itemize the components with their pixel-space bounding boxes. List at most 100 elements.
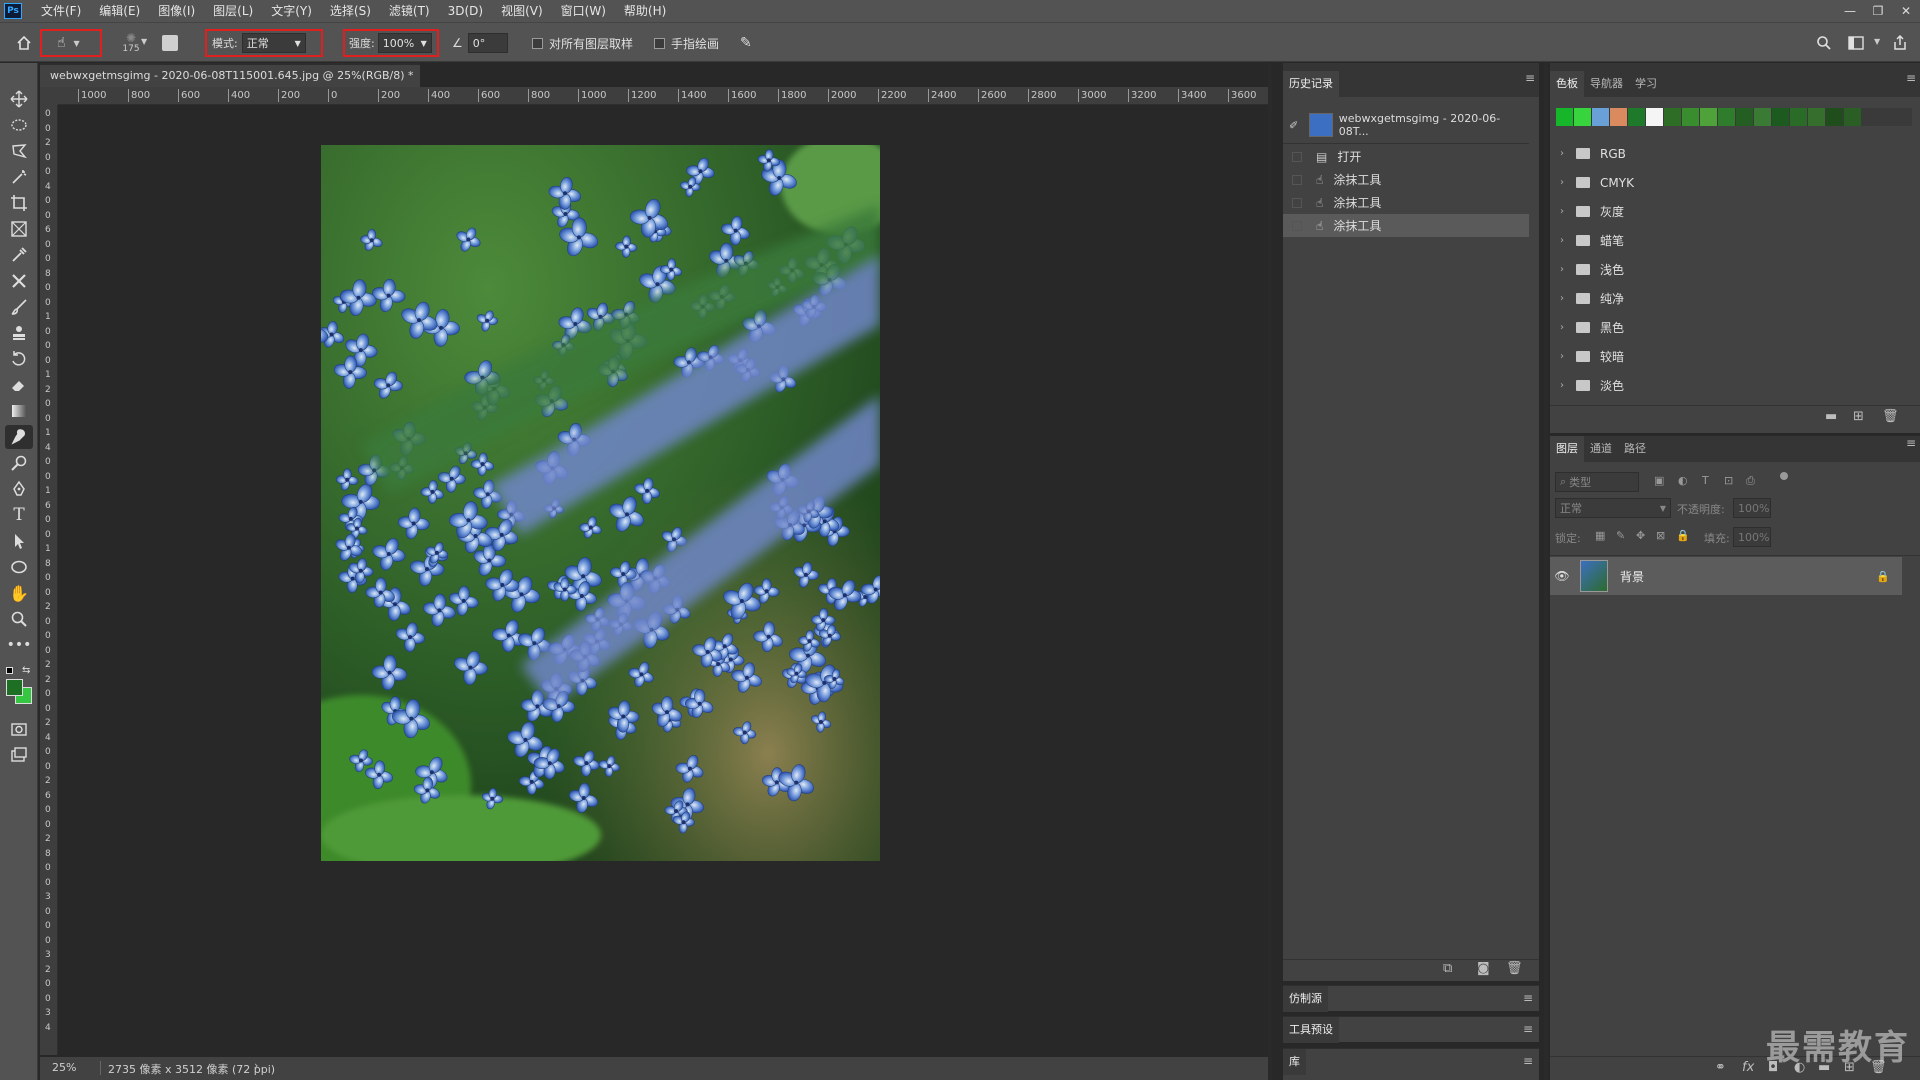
strength-control[interactable]: 强度: 100% ▼ — [343, 29, 439, 57]
swatch-group[interactable]: › 较暗 — [1550, 342, 1910, 371]
eyedropper-tool-icon[interactable] — [5, 243, 33, 267]
document-tab[interactable]: webwxgetmsgimg - 2020-06-08T115001.645.j… — [40, 63, 420, 104]
close-window-button[interactable]: ✕ — [1892, 0, 1920, 22]
lock-pixels-icon[interactable]: ✎ — [1616, 529, 1625, 542]
chevron-down-icon[interactable]: ▼ — [1874, 37, 1880, 46]
color-swatch[interactable] — [1610, 108, 1627, 126]
chevron-right-icon[interactable]: › — [1560, 235, 1570, 246]
color-swatch[interactable] — [1718, 108, 1735, 126]
brush-tool-icon[interactable] — [5, 295, 33, 319]
new-document-from-state-icon[interactable]: ⧉ — [1443, 961, 1452, 976]
crop-tool-icon[interactable] — [5, 191, 33, 215]
layer-row-background[interactable]: 👁 背景 🔒 — [1550, 557, 1902, 595]
tab-libraries[interactable]: 库 — [1283, 1049, 1306, 1075]
angle-value[interactable]: 0° — [473, 37, 486, 50]
smudge-tool-icon[interactable] — [5, 425, 33, 449]
trash-icon[interactable]: 🗑 — [1882, 409, 1899, 424]
folder-icon[interactable]: ▬ — [1825, 409, 1837, 424]
lock-transparent-icon[interactable]: ▦ — [1595, 529, 1605, 542]
menu-window[interactable]: 窗口(W) — [552, 0, 615, 22]
chevron-right-icon[interactable]: › — [1560, 380, 1570, 391]
strength-value[interactable]: 100% — [383, 37, 414, 50]
camera-icon[interactable]: ◙ — [1477, 961, 1490, 976]
tab-layers[interactable]: 图层 — [1550, 436, 1584, 462]
chevron-right-icon[interactable]: › — [1560, 351, 1570, 362]
history-snapshot[interactable]: ✐ webwxgetmsgimg - 2020-06-08T... — [1283, 110, 1529, 140]
swatch-group[interactable]: › CMYK — [1550, 168, 1910, 197]
checkbox[interactable] — [532, 37, 543, 49]
color-swatch[interactable] — [1736, 108, 1753, 126]
photoshop-logo[interactable]: Ps — [4, 3, 22, 19]
lasso-tool-icon[interactable] — [5, 139, 33, 163]
link-layers-icon[interactable]: ⚭ — [1715, 1060, 1726, 1075]
tool-preset-picker[interactable]: ☝ ▼ — [40, 29, 102, 57]
horizontal-ruler[interactable]: 1000 800 600 400 200 0 200 400 600 800 1000 1200 140… — [58, 87, 1268, 105]
move-tool-icon[interactable] — [5, 87, 33, 111]
home-icon[interactable] — [16, 30, 40, 56]
zoom-level[interactable]: 25% — [52, 1061, 76, 1074]
libraries-panel[interactable]: 库 ≡ — [1283, 1048, 1539, 1080]
screen-mode-icon[interactable] — [5, 743, 33, 767]
brush-settings-icon[interactable] — [162, 30, 186, 56]
color-swatch[interactable] — [1772, 108, 1789, 126]
panel-menu-icon[interactable]: ≡ — [1523, 1022, 1533, 1036]
workspace-icon[interactable] — [1848, 30, 1864, 56]
color-swatch[interactable] — [1556, 108, 1573, 126]
zoom-tool-icon[interactable] — [5, 607, 33, 631]
color-swatch[interactable] — [1808, 108, 1825, 126]
chevron-right-icon[interactable]: › — [1560, 148, 1570, 159]
chevron-right-icon[interactable]: › — [1560, 177, 1570, 188]
canvas-area[interactable] — [58, 105, 1268, 1055]
share-icon[interactable] — [1892, 30, 1908, 56]
color-swatch[interactable] — [1682, 108, 1699, 126]
swatch-group[interactable]: › 淡色 — [1550, 371, 1910, 400]
color-swatch[interactable] — [1646, 108, 1663, 126]
blend-mode-select[interactable]: 正常 ▼ — [1555, 498, 1671, 518]
gradient-tool-icon[interactable] — [5, 399, 33, 423]
shape-filter-icon[interactable]: ⊡ — [1724, 474, 1733, 487]
ruler-corner[interactable] — [40, 87, 58, 105]
tab-paths[interactable]: 路径 — [1618, 436, 1652, 462]
color-swatch[interactable] — [1826, 108, 1843, 126]
magic-wand-tool-icon[interactable] — [5, 165, 33, 189]
swatch-group[interactable]: › 灰度 — [1550, 197, 1910, 226]
tab-swatches[interactable]: 色板 — [1550, 71, 1584, 97]
minimize-button[interactable]: — — [1836, 0, 1864, 22]
menu-edit[interactable]: 编辑(E) — [90, 0, 149, 22]
lock-artboard-icon[interactable]: ⊠ — [1656, 529, 1665, 542]
chevron-right-icon[interactable]: › — [1560, 264, 1570, 275]
color-swatch[interactable] — [1754, 108, 1771, 126]
lock-position-icon[interactable]: ✥ — [1636, 529, 1645, 542]
frame-tool-icon[interactable] — [5, 217, 33, 241]
swatch-group[interactable]: › RGB — [1550, 139, 1910, 168]
menu-view[interactable]: 视图(V) — [492, 0, 552, 22]
history-brush-tool-icon[interactable] — [5, 347, 33, 371]
finger-painting-checkbox[interactable]: 手指绘画 — [654, 30, 719, 56]
swap-colors-icon[interactable]: ⇆ — [22, 665, 30, 676]
layer-name[interactable]: 背景 — [1620, 568, 1644, 585]
marquee-tool-icon[interactable] — [5, 113, 33, 137]
menu-file[interactable]: 文件(F) — [32, 0, 90, 22]
more-tools-icon[interactable]: ••• — [5, 633, 33, 657]
panel-menu-icon[interactable]: ≡ — [1906, 436, 1916, 450]
swatch-group[interactable]: › 浅色 — [1550, 255, 1910, 284]
tab-history[interactable]: 历史记录 — [1283, 71, 1339, 97]
trash-icon[interactable]: 🗑 — [1506, 961, 1523, 976]
color-swatch[interactable] — [1592, 108, 1609, 126]
chevron-down-icon[interactable]: ▼ — [141, 37, 147, 46]
angle-control[interactable]: ∠ 0° — [452, 30, 516, 56]
restore-button[interactable]: ❐ — [1864, 0, 1892, 22]
swatch-group[interactable]: › 黑色 — [1550, 313, 1910, 342]
path-selection-tool-icon[interactable] — [5, 529, 33, 553]
adjustment-filter-icon[interactable]: ◐ — [1678, 474, 1688, 487]
menu-help[interactable]: 帮助(H) — [615, 0, 675, 22]
chevron-right-icon[interactable]: › — [1560, 322, 1570, 333]
menu-image[interactable]: 图像(I) — [149, 0, 204, 22]
tab-channels[interactable]: 通道 — [1584, 436, 1618, 462]
eraser-tool-icon[interactable] — [5, 373, 33, 397]
clone-stamp-tool-icon[interactable] — [5, 321, 33, 345]
pen-tool-icon[interactable] — [5, 477, 33, 501]
panel-menu-icon[interactable]: ≡ — [1906, 71, 1916, 85]
quick-mask-icon[interactable] — [5, 717, 33, 741]
search-icon[interactable] — [1816, 30, 1832, 56]
